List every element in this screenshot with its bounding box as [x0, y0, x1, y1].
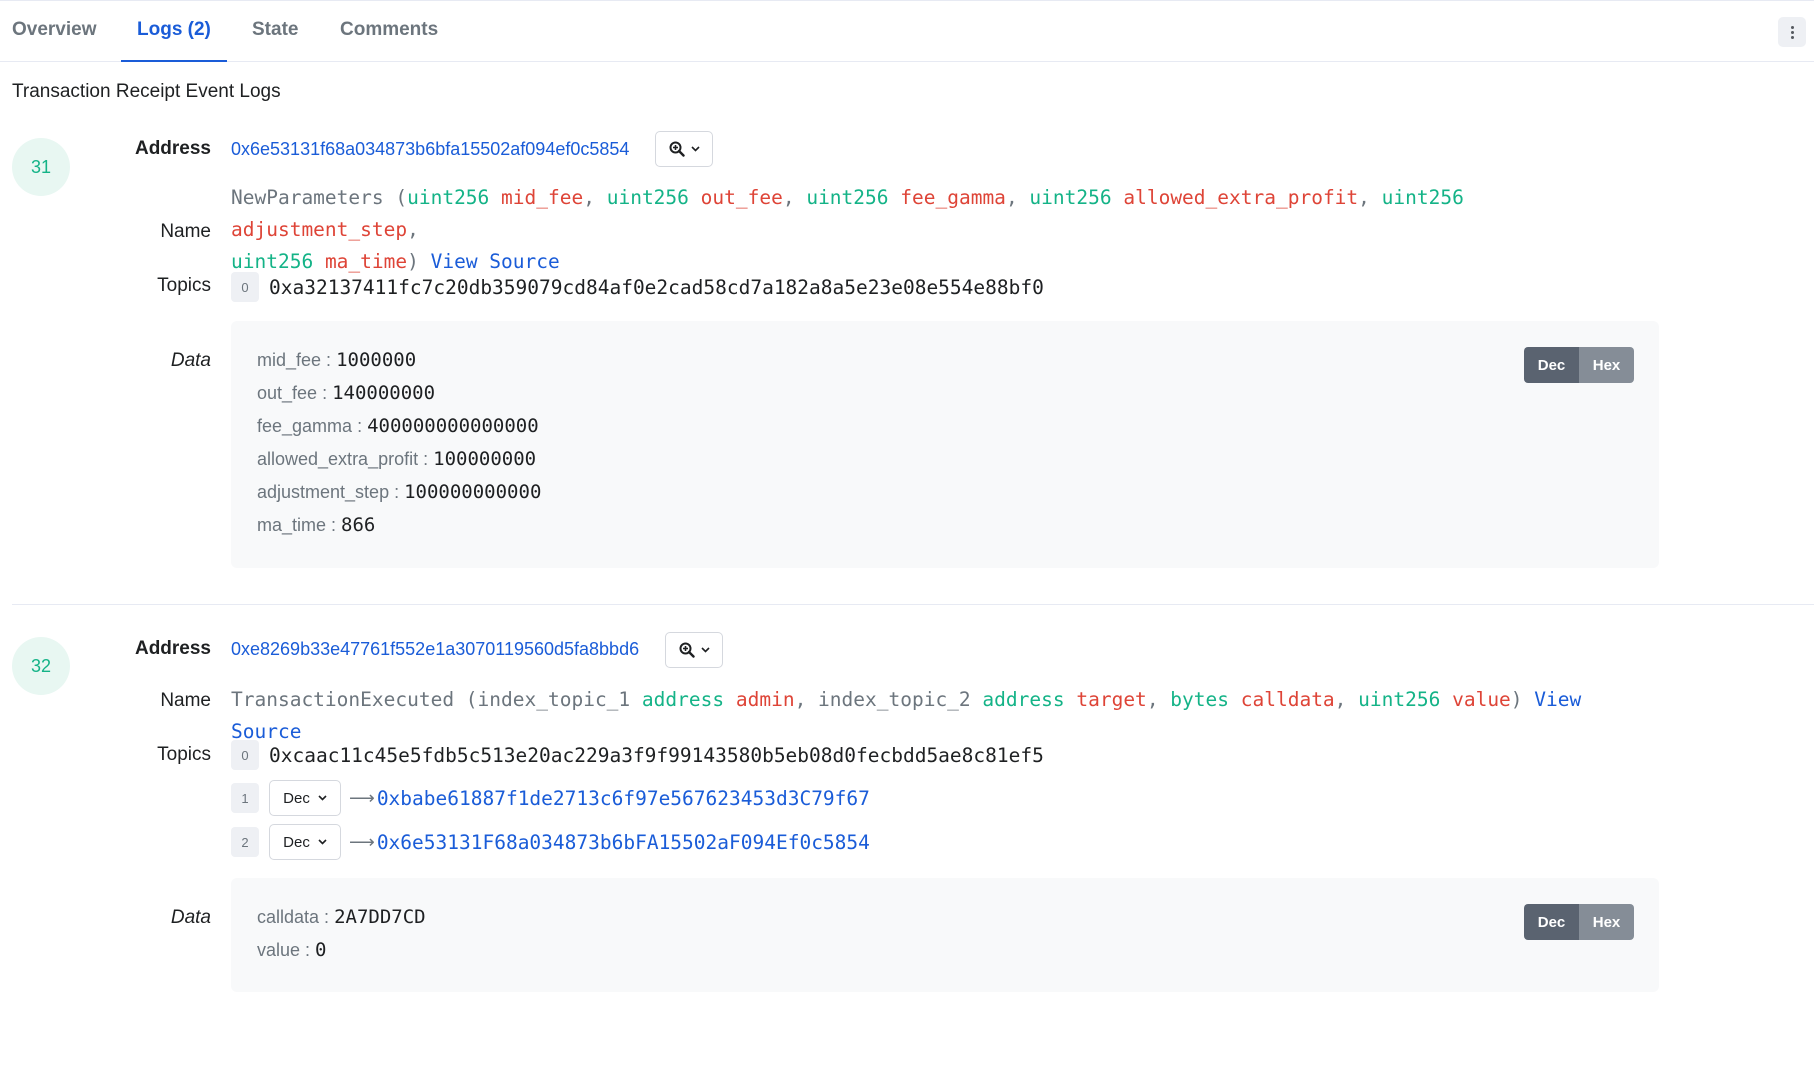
topic-format-value: Dec: [283, 789, 310, 807]
hex-button[interactable]: Hex: [1579, 347, 1634, 383]
param-type: uint256: [1029, 186, 1112, 209]
data-item: fee_gamma : 400000000000000: [257, 415, 539, 437]
section-title: Transaction Receipt Event Logs: [12, 81, 281, 102]
param-type: uint256: [407, 186, 490, 209]
topic-address-link[interactable]: 0x6e53131F68a034873b6bFA15502aF094Ef0c58…: [377, 831, 870, 854]
address-label: Address: [134, 638, 211, 659]
format-toggle: Dec Hex: [1524, 347, 1634, 383]
name-label: Name: [160, 690, 211, 711]
log-index-badge: 32: [12, 637, 70, 695]
param-type: address: [641, 688, 725, 711]
topic-address-link[interactable]: 0xbabe61887f1de2713c6f97e567623453d3C79f…: [377, 787, 870, 810]
log-address-link[interactable]: 0xe8269b33e47761f552e1a3070119560d5fa8bb…: [231, 639, 639, 660]
topic-format-select[interactable]: Dec: [269, 824, 341, 860]
topic-value: 0xcaac11c45e5fdb5c513e20ac229a3f9f991435…: [269, 743, 1044, 767]
param-type: uint256: [1358, 688, 1441, 711]
topic-format-select[interactable]: Dec: [269, 780, 341, 816]
topic-index: 0: [231, 740, 259, 770]
address-filter-button[interactable]: [655, 131, 713, 167]
data-item: calldata : 2A7DD7CD: [257, 906, 426, 928]
more-options-button[interactable]: [1778, 17, 1806, 47]
data-panel: calldata : 2A7DD7CD value : 0 Dec Hex: [231, 878, 1659, 992]
param-type: uint256: [606, 186, 689, 209]
hex-button[interactable]: Hex: [1579, 904, 1634, 940]
data-item: value : 0: [257, 939, 327, 961]
data-label: Data: [170, 350, 211, 371]
param-name: mid_fee: [501, 186, 584, 209]
event-name: TransactionExecuted: [231, 688, 455, 711]
name-label: Name: [160, 221, 211, 242]
param-type: bytes: [1170, 688, 1229, 711]
data-item: ma_time : 866: [257, 514, 376, 536]
param-name: out_fee: [700, 186, 783, 209]
log-divider: [12, 604, 1814, 605]
topic-row: 2 Dec ⟶ 0x6e53131F68a034873b6bFA15502aF0…: [231, 824, 870, 860]
topic-row: 0 0xcaac11c45e5fdb5c513e20ac229a3f9f9914…: [231, 739, 1044, 771]
address-label: Address: [134, 138, 211, 159]
param-name: calldata: [1240, 688, 1335, 711]
topic-value: 0xa32137411fc7c20db359079cd84af0e2cad58c…: [269, 275, 1044, 299]
tab-comments[interactable]: Comments: [340, 1, 438, 62]
chevron-down-icon: [318, 795, 327, 801]
data-panel: mid_fee : 1000000 out_fee : 140000000 fe…: [231, 321, 1659, 568]
param-name: fee_gamma: [900, 186, 1006, 209]
param-type: uint256: [231, 250, 314, 273]
topic-row: 1 Dec ⟶ 0xbabe61887f1de2713c6f97e5676234…: [231, 780, 870, 816]
param-prefix: index_topic_2: [818, 688, 971, 711]
param-name: ma_time: [324, 250, 408, 273]
event-signature: NewParameters (uint256 mid_fee, uint256 …: [231, 186, 1464, 273]
chevron-down-icon: [318, 839, 327, 845]
log-address-link[interactable]: 0x6e53131f68a034873b6bfa15502af094ef0c58…: [231, 139, 629, 160]
param-type: uint256: [1381, 186, 1464, 209]
dec-button[interactable]: Dec: [1524, 347, 1579, 383]
topic-index: 0: [231, 272, 259, 302]
param-type: address: [982, 688, 1065, 711]
param-name: allowed_extra_profit: [1123, 186, 1359, 209]
tab-overview[interactable]: Overview: [12, 1, 97, 62]
topic-index: 1: [231, 783, 259, 813]
data-item: allowed_extra_profit : 100000000: [257, 448, 537, 470]
view-source-link[interactable]: View Source: [431, 250, 560, 273]
topics-label: Topics: [157, 744, 211, 765]
param-prefix: index_topic_1: [477, 688, 631, 711]
zoom-in-icon: [679, 642, 695, 658]
param-name: target: [1076, 688, 1147, 711]
event-name: NewParameters: [231, 186, 384, 209]
data-item: adjustment_step : 100000000000: [257, 481, 542, 503]
data-label: Data: [170, 907, 211, 928]
address-filter-button[interactable]: [665, 632, 723, 668]
vertical-dots-icon: [1790, 25, 1794, 29]
format-toggle: Dec Hex: [1524, 904, 1634, 940]
param-name: adjustment_step: [231, 218, 408, 241]
topic-format-value: Dec: [283, 833, 310, 851]
topic-index: 2: [231, 827, 259, 857]
log-index-badge: 31: [12, 138, 70, 196]
tab-state[interactable]: State: [252, 1, 298, 62]
topic-row: 0 0xa32137411fc7c20db359079cd84af0e2cad5…: [231, 271, 1044, 303]
param-type: uint256: [806, 186, 889, 209]
arrow-right-icon: ⟶: [349, 831, 375, 852]
dec-button[interactable]: Dec: [1524, 904, 1579, 940]
tab-logs[interactable]: Logs (2): [121, 1, 227, 62]
chevron-down-icon: [690, 146, 700, 152]
tab-bar: Overview Logs (2) State Comments: [0, 0, 1814, 62]
chevron-down-icon: [700, 647, 710, 653]
param-name: value: [1452, 688, 1511, 711]
topics-label: Topics: [157, 275, 211, 296]
data-item: out_fee : 140000000: [257, 382, 436, 404]
arrow-right-icon: ⟶: [349, 787, 375, 808]
data-item: mid_fee : 1000000: [257, 349, 417, 371]
param-name: admin: [735, 688, 795, 711]
zoom-in-icon: [669, 141, 685, 157]
tab-logs-label: Logs (2): [137, 19, 211, 40]
